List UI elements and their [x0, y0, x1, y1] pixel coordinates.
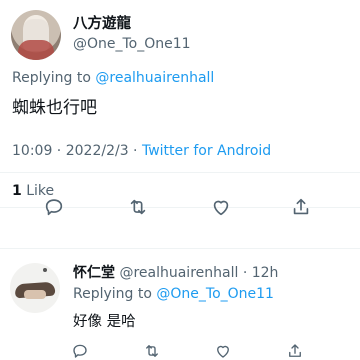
reply-author-handle[interactable]: @realhuairenhall: [119, 265, 238, 281]
tweet-date[interactable]: 2022/2/3: [66, 143, 129, 159]
share-icon[interactable]: [286, 342, 304, 360]
tweet-client-link[interactable]: Twitter for Android: [142, 143, 271, 159]
author-handle[interactable]: @One_To_One11: [73, 36, 191, 52]
share-icon[interactable]: [290, 196, 312, 218]
thread-dot: [43, 268, 47, 272]
retweet-icon[interactable]: [143, 342, 161, 360]
retweet-icon[interactable]: [127, 196, 149, 218]
replying-to-handle-link[interactable]: @realhuairenhall: [95, 70, 214, 86]
reply-action-bar: [0, 340, 360, 360]
tweet-action-bar: [0, 196, 360, 220]
reply-separator: ·: [238, 265, 252, 281]
meta-separator: ·: [128, 143, 142, 159]
reply-header: 怀仁堂 @realhuairenhall · 12h: [73, 262, 278, 282]
reply-replying-handle-link[interactable]: @One_To_One11: [156, 286, 274, 302]
heart-icon[interactable]: [210, 196, 232, 218]
replying-to: Replying to @realhuairenhall: [12, 70, 214, 86]
reply-text: 好像 是哈: [73, 314, 136, 330]
meta-separator: ·: [52, 143, 66, 159]
tweet-meta: 10:09 · 2022/2/3 · Twitter for Android: [12, 143, 271, 159]
reply-replying-to: Replying to @One_To_One11: [73, 286, 274, 302]
author-avatar[interactable]: [11, 10, 61, 60]
divider: [0, 248, 360, 249]
divider: [0, 172, 360, 173]
reply-author-avatar[interactable]: [10, 263, 60, 313]
tweet-text: 蜘蛛也行吧: [12, 98, 97, 118]
reply-replying-label: Replying to: [73, 286, 157, 302]
author-name[interactable]: 八方遊龍: [73, 12, 131, 33]
reply-icon[interactable]: [71, 342, 89, 360]
reply-icon[interactable]: [43, 196, 65, 218]
reply-age[interactable]: 12h: [252, 265, 279, 281]
reply-author-name[interactable]: 怀仁堂: [73, 265, 115, 281]
tweet-time[interactable]: 10:09: [12, 143, 52, 159]
replying-to-label: Replying to: [12, 70, 96, 86]
heart-icon[interactable]: [214, 342, 232, 360]
